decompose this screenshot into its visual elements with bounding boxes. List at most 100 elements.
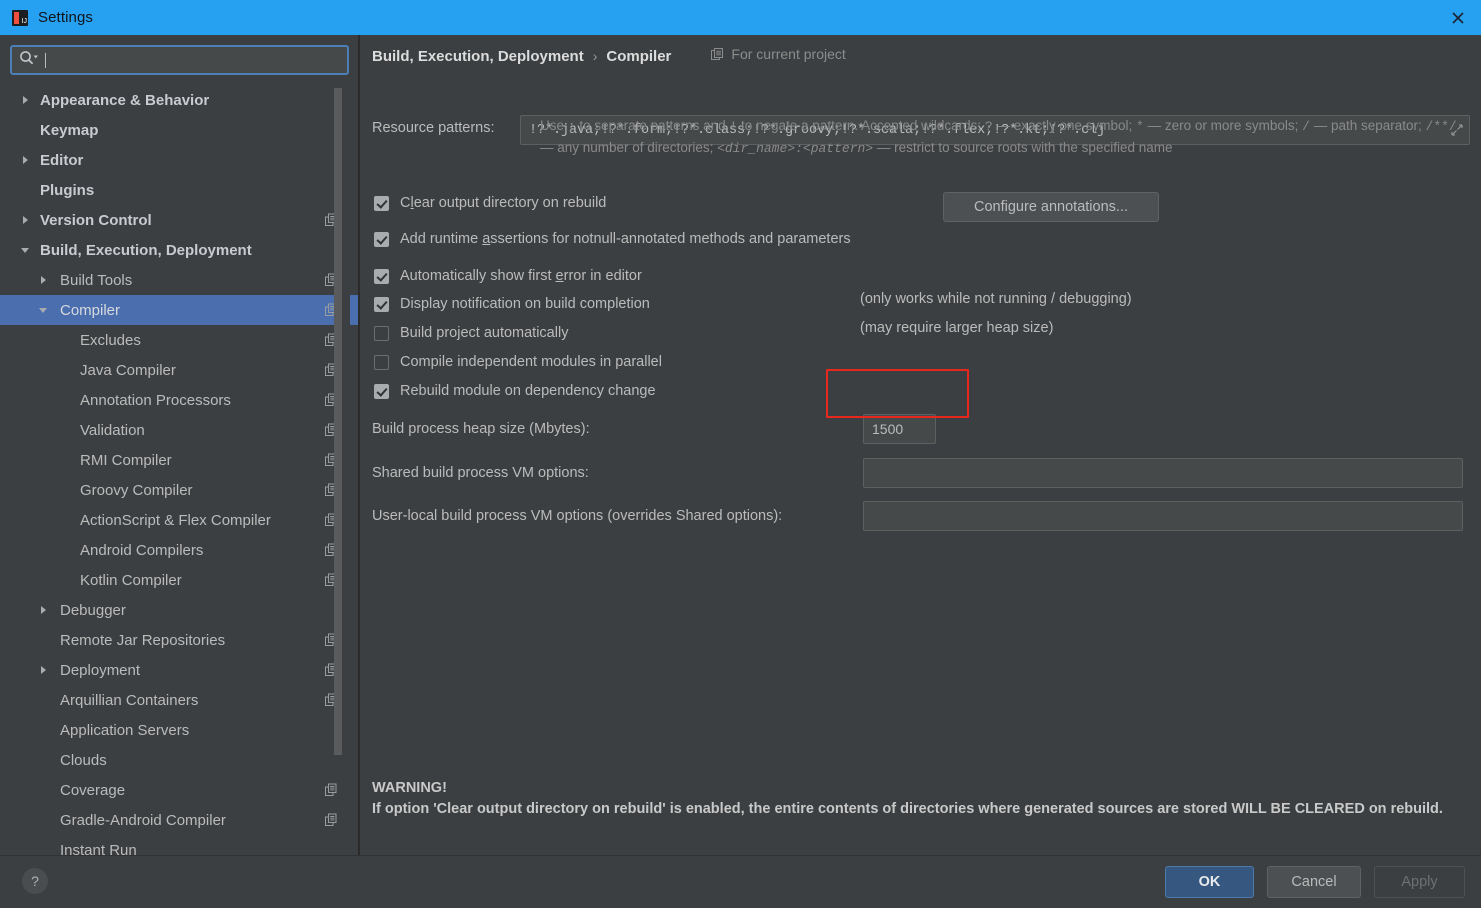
heap-size-label: Build process heap size (Mbytes): (372, 421, 590, 437)
checkbox-unchecked-icon[interactable] (374, 354, 389, 370)
warning-text: WARNING! If option 'Clear output directo… (372, 778, 1472, 819)
sidebar-item-label: Arquillian Containers (60, 691, 199, 709)
checkbox-checked-icon[interactable] (374, 195, 389, 211)
project-scope-icon (325, 783, 338, 797)
sidebar-item-groovy-compiler[interactable]: Groovy Compiler (0, 475, 358, 505)
checkbox-label-pre: C (400, 195, 411, 211)
help-button[interactable]: ? (22, 868, 48, 894)
chevron-right-icon[interactable] (36, 663, 50, 677)
apply-button[interactable]: Apply (1374, 866, 1465, 898)
breadcrumb-root[interactable]: Build, Execution, Deployment (372, 48, 584, 65)
sidebar-item-rmi-compiler[interactable]: RMI Compiler (0, 445, 358, 475)
checkbox-compile-independent-modules-in[interactable]: Compile independent modules in parallel (374, 354, 662, 370)
checkbox-build-project-automatically[interactable]: Build project automatically (374, 325, 568, 341)
checkbox-automatically-show-first-error[interactable]: Automatically show first error in editor (374, 268, 642, 284)
sidebar-item-build-execution-deployment[interactable]: Build, Execution, Deployment (0, 235, 358, 265)
checkbox-label: Automatically show first error in editor (400, 268, 642, 284)
sidebar-item-label: Android Compilers (80, 541, 204, 559)
configure-annotations-button[interactable]: Configure annotations... (943, 192, 1159, 222)
sidebar-item-plugins[interactable]: Plugins (0, 175, 358, 205)
sidebar-item-actionscript-flex-compiler[interactable]: ActionScript & Flex Compiler (0, 505, 358, 535)
checkbox-label-post: ssertions for notnull-annotated methods … (490, 231, 851, 247)
checkbox-clear-output-directory-on[interactable]: Clear output directory on rebuild (374, 195, 606, 211)
sidebar-item-label: Version Control (40, 211, 152, 229)
resource-patterns-hint: Use ; to separate patterns and ! to nega… (540, 115, 1470, 159)
checkbox-display-notification-on-build[interactable]: Display notification on build completion (374, 296, 650, 312)
heap-size-value: 1500 (872, 421, 904, 437)
breadcrumb-separator: › (592, 47, 598, 64)
breadcrumb: Build, Execution, Deployment › Compiler … (372, 46, 846, 65)
ok-button[interactable]: OK (1165, 866, 1254, 898)
sidebar-item-clouds[interactable]: Clouds (0, 745, 358, 775)
project-scope-indicator: For current project (711, 46, 846, 62)
sidebar-item-arquillian-containers[interactable]: Arquillian Containers (0, 685, 358, 715)
shared-vm-options-label: Shared build process VM options: (372, 465, 589, 481)
checkbox-label-pre: Rebuild module on dependency change (400, 383, 656, 399)
sidebar-item-annotation-processors[interactable]: Annotation Processors (0, 385, 358, 415)
sidebar-item-appearance-behavior[interactable]: Appearance & Behavior (0, 85, 358, 115)
sidebar-item-compiler[interactable]: Compiler (0, 295, 358, 325)
checkbox-label: Rebuild module on dependency change (400, 383, 656, 399)
hint-seg-1: Use (540, 118, 568, 133)
sidebar-item-kotlin-compiler[interactable]: Kotlin Compiler (0, 565, 358, 595)
sidebar-item-application-servers[interactable]: Application Servers (0, 715, 358, 745)
heap-size-input[interactable]: 1500 (863, 414, 936, 444)
settings-tree[interactable]: Appearance & Behavior Keymap Editor Plugins… (0, 85, 358, 855)
user-local-vm-options-input[interactable] (863, 501, 1463, 531)
sidebar-item-label: Appearance & Behavior (40, 91, 210, 109)
sidebar-item-label: Coverage (60, 781, 126, 799)
sidebar-item-version-control[interactable]: Version Control (0, 205, 358, 235)
sidebar-item-coverage[interactable]: Coverage (0, 775, 358, 805)
chevron-down-icon[interactable] (36, 303, 50, 317)
chevron-down-icon[interactable] (18, 243, 32, 257)
search-field-wrapper[interactable] (10, 45, 349, 75)
hint-seg-7: — any number of directories; (540, 140, 718, 155)
hint-slash: / (1302, 119, 1310, 134)
chevron-right-icon[interactable] (18, 213, 32, 227)
hint-seg-5: — zero or more symbols; (1143, 118, 1303, 133)
user-local-vm-options-label: User-local build process VM options (ove… (372, 508, 783, 524)
sidebar-item-gradle-android-compiler[interactable]: Gradle-Android Compiler (0, 805, 358, 835)
close-icon[interactable] (1435, 0, 1481, 35)
warning-body: If option 'Clear output directory on reb… (372, 800, 1443, 817)
hint-dirname-pattern: <dir_name>:<pattern> (717, 141, 874, 156)
search-box[interactable] (10, 45, 349, 75)
checkbox-checked-icon[interactable] (374, 383, 389, 399)
checkbox-label: Compile independent modules in parallel (400, 354, 662, 370)
sidebar-item-label: Annotation Processors (80, 391, 231, 409)
sidebar-item-editor[interactable]: Editor (0, 145, 358, 175)
resource-patterns-label: Resource patterns: (372, 120, 495, 136)
chevron-right-icon[interactable] (18, 153, 32, 167)
sidebar-item-keymap[interactable]: Keymap (0, 115, 358, 145)
sidebar-item-deployment[interactable]: Deployment (0, 655, 358, 685)
sidebar-item-debugger[interactable]: Debugger (0, 595, 358, 625)
search-input[interactable] (46, 47, 347, 73)
sidebar-item-instant-run[interactable]: Instant Run (0, 835, 358, 856)
sidebar-item-remote-jar-repositories[interactable]: Remote Jar Repositories (0, 625, 358, 655)
checkbox-label-pre: Compile independent modules in parallel (400, 354, 662, 370)
settings-dialog: Settings Appearance & Behavior (0, 0, 1481, 908)
dialog-footer: ? OK Cancel Apply (0, 855, 1481, 908)
sidebar-item-build-tools[interactable]: Build Tools (0, 265, 358, 295)
shared-vm-options-input[interactable] (863, 458, 1463, 488)
chevron-right-icon[interactable] (36, 603, 50, 617)
checkbox-rebuild-module-on-dependency[interactable]: Rebuild module on dependency change (374, 383, 656, 399)
sidebar-item-label: Deployment (60, 661, 141, 679)
sidebar-item-validation[interactable]: Validation (0, 415, 358, 445)
sidebar-scrollbar-thumb[interactable] (334, 88, 342, 755)
window-title: Settings (38, 9, 93, 26)
checkbox-add-runtime-assertions-for[interactable]: Add runtime assertions for notnull-annot… (374, 231, 851, 247)
intellij-idea-logo-icon (12, 9, 28, 26)
chevron-right-icon[interactable] (18, 93, 32, 107)
cancel-button[interactable]: Cancel (1267, 866, 1361, 898)
sidebar-item-android-compilers[interactable]: Android Compilers (0, 535, 358, 565)
checkbox-checked-icon[interactable] (374, 231, 389, 247)
checkbox-checked-icon[interactable] (374, 296, 389, 312)
sidebar-scrollbar-track[interactable] (334, 88, 350, 788)
sidebar-item-java-compiler[interactable]: Java Compiler (0, 355, 358, 385)
checkbox-unchecked-icon[interactable] (374, 325, 389, 341)
breadcrumb-leaf: Compiler (606, 47, 672, 65)
chevron-right-icon[interactable] (36, 273, 50, 287)
checkbox-checked-icon[interactable] (374, 268, 389, 284)
sidebar-item-excludes[interactable]: Excludes (0, 325, 358, 355)
